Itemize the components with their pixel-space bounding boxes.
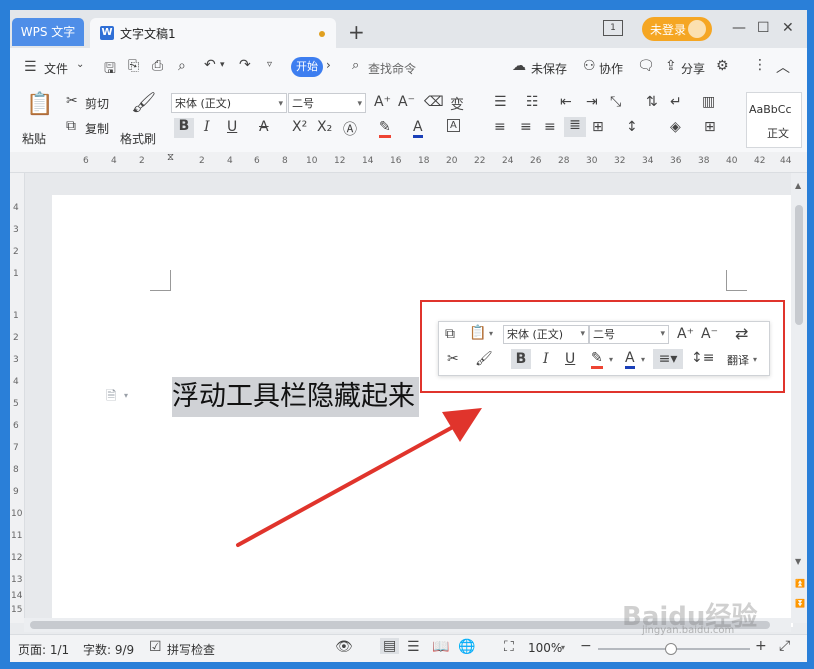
page-view-icon[interactable]: ▤ [380,638,400,654]
scroll-down-icon[interactable]: ▼ [795,557,801,566]
zoom-dropdown-icon[interactable]: ▾ [561,643,565,652]
reading-view-icon[interactable]: 📖 [432,639,449,655]
eye-protection-icon[interactable]: 👁 [335,639,353,655]
next-page-icon[interactable]: ⏬ [795,599,805,608]
status-bar: 页面: 1/1 字数: 9/9 ☑ 拼写检查 👁 ▤ ☰ 📖 🌐 ⛶ 100% … [10,634,807,662]
word-count[interactable]: 字数: 9/9 [83,641,134,658]
prev-page-icon[interactable]: ⏫ [795,579,805,588]
web-view-icon[interactable]: 🌐 [458,639,475,655]
outline-view-icon[interactable]: ☰ [407,639,420,655]
wps-window: WPS 文字 W 文字文稿1 + 1 未登录 — ☐ ✕ ☰ 文件 ⌄ 🖫 ⎘ … [10,10,807,662]
fullscreen-icon[interactable]: ⤢ [779,638,790,654]
zoom-out-icon[interactable]: − [580,638,592,654]
zoom-slider-thumb[interactable] [665,643,677,655]
fit-page-icon[interactable]: ⛶ [504,639,514,655]
annotation-arrow [236,408,482,547]
zoom-level[interactable]: 100% [528,641,562,655]
vertical-scrollbar[interactable]: ▲ ▼ ⏫ ⏬ [791,173,807,623]
spellcheck-button[interactable]: 拼写检查 [167,641,215,658]
scroll-up-icon[interactable]: ▲ [795,181,801,190]
page-indicator[interactable]: 页面: 1/1 [18,641,69,658]
baidu-watermark-url: jingyan.baidu.com [642,625,735,636]
zoom-in-icon[interactable]: + [755,638,767,654]
checkbox-checked-icon[interactable]: ☑ [149,639,162,655]
scroll-thumb[interactable] [795,205,803,325]
